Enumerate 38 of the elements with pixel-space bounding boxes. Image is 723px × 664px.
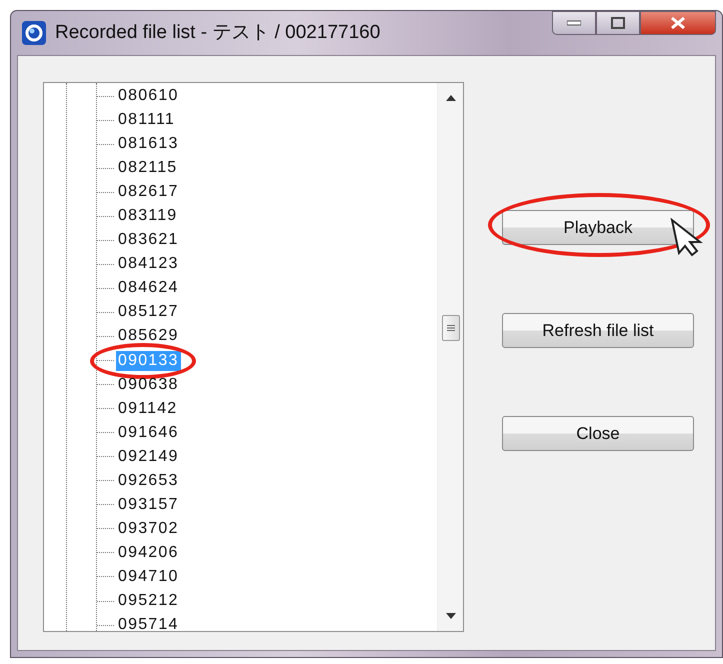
scroll-up-icon[interactable] (446, 95, 456, 101)
tree-item[interactable]: 092653 (116, 470, 181, 491)
grip-icon (446, 324, 454, 332)
tree-item[interactable]: 081613 (116, 134, 181, 154)
action-button[interactable]: Playback (502, 210, 694, 245)
tree-item[interactable]: 085629 (116, 326, 181, 346)
tree-item[interactable]: 084123 (116, 254, 181, 274)
scroll-thumb[interactable] (442, 315, 460, 341)
tree-item[interactable]: 083621 (116, 230, 181, 250)
tree-item[interactable]: 090638 (116, 374, 181, 395)
tree-item[interactable]: 084624 (116, 278, 181, 298)
tree-item[interactable]: 082115 (116, 158, 180, 178)
tree-item[interactable]: 093702 (116, 518, 181, 539)
minimize-icon (567, 20, 581, 26)
close-window-button[interactable] (640, 11, 716, 35)
tree-item[interactable]: 091142 (116, 398, 180, 419)
tree-item[interactable]: 080610 (116, 86, 181, 106)
tree-item[interactable]: 083119 (116, 206, 180, 226)
tree-item[interactable]: 092149 (116, 446, 181, 467)
action-button[interactable]: Refresh file list (502, 313, 694, 348)
tree-item[interactable]: 085127 (116, 302, 181, 322)
tree-item[interactable]: 094206 (116, 542, 181, 563)
vertical-scrollbar[interactable] (437, 83, 463, 631)
app-icon (21, 20, 47, 46)
action-button[interactable]: Close (502, 416, 694, 451)
tree-item[interactable]: 093157 (116, 494, 181, 515)
maximize-button[interactable] (596, 11, 640, 35)
close-icon (670, 16, 686, 30)
tree-item[interactable]: 094710 (116, 566, 181, 587)
minimize-button[interactable] (552, 11, 596, 35)
tree-item[interactable]: 081111 (116, 110, 178, 130)
scroll-down-icon[interactable] (446, 613, 456, 619)
window-title: Recorded file list - テスト / 002177160 (55, 20, 380, 45)
tree-item[interactable]: 082617 (116, 182, 181, 202)
tree-item[interactable]: 095714 (116, 615, 181, 631)
tree-item[interactable]: 095212 (116, 591, 181, 611)
maximize-icon (611, 17, 625, 29)
tree-item[interactable]: 091646 (116, 422, 181, 443)
